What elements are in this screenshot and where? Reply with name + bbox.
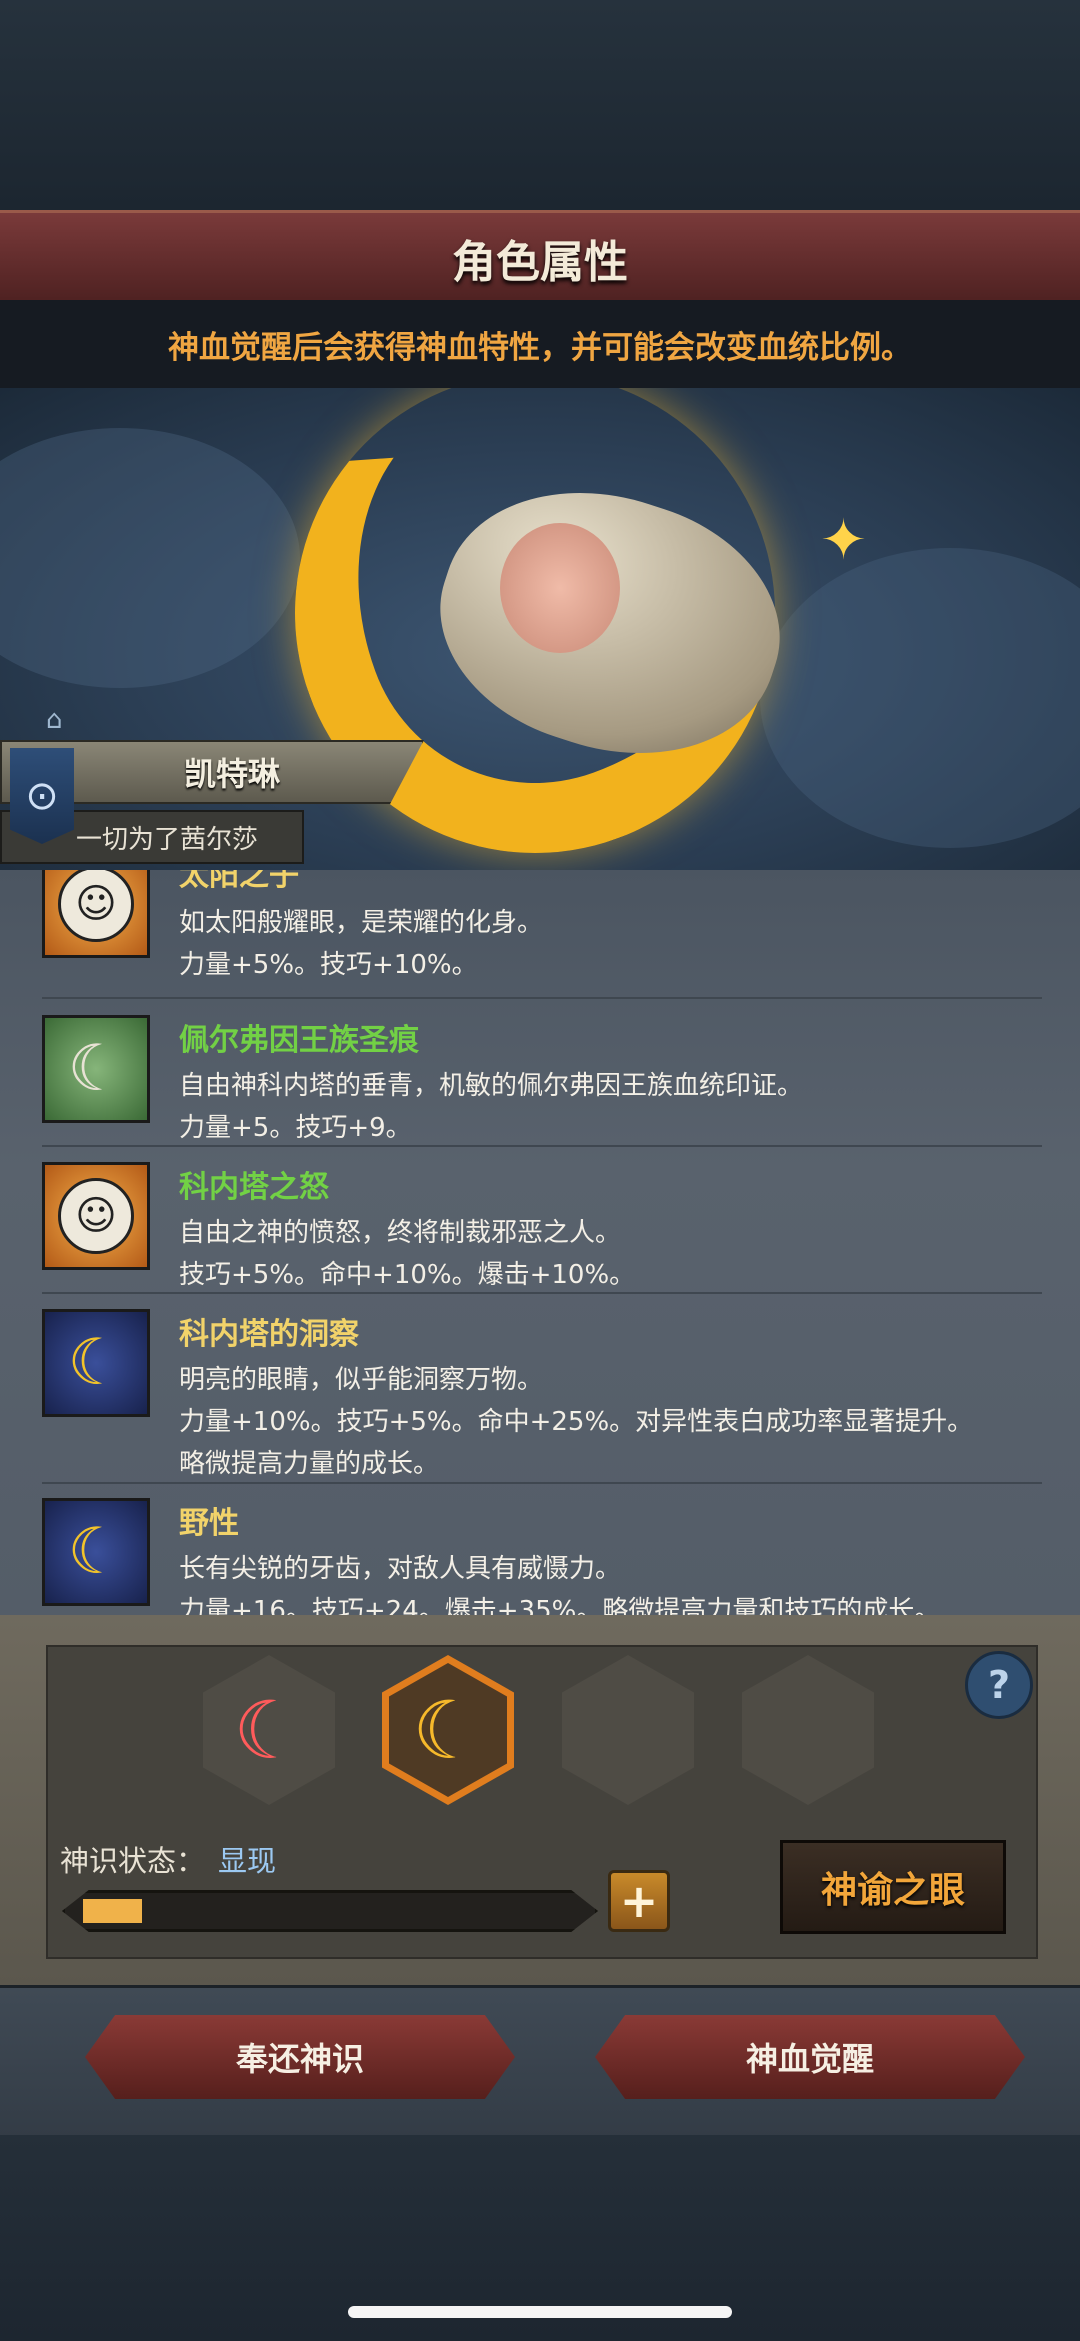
trait-growth: 略微提高力量的成长。 [179,1449,440,1479]
consciousness-status-label: 神识状态： [60,1844,206,1878]
cloud-decoration [0,428,300,688]
oracle-eye-label: 神谕之眼 [820,1870,965,1911]
consciousness-status-value: 显现 [218,1844,277,1878]
divider [42,997,1042,999]
trait-stats: 力量+10%。技巧+5%。命中+25%。对异性表白成功率显著提升。 [179,1407,974,1437]
divider [42,1482,1042,1484]
sun-face-icon: ☺ [42,870,150,958]
notice-text: 神血觉醒后会获得神血特性，并可能会改变血统比例。 [168,329,912,366]
trait-name: 佩尔弗因王族圣痕 [179,1023,419,1058]
gold-crescent-icon: ☾ [389,1663,507,1797]
gold-crescent-icon: ☾ [42,1498,150,1606]
return-consciousness-label: 奉还神识 [235,2040,364,2078]
divine-awakening-label: 神血觉醒 [745,2040,874,2078]
sparkle-icon: ✦ [820,508,867,573]
return-consciousness-button[interactable]: 奉还神识 [85,2015,515,2099]
add-consciousness-button[interactable]: + [608,1870,670,1932]
trait-description: 明亮的眼睛，似乎能洞察万物。 [179,1365,544,1395]
red-crescent-icon: ☾ [233,1683,305,1777]
trait-description: 长有尖锐的牙齿，对敌人具有威慑力。 [179,1554,622,1584]
consciousness-progress-fill [83,1899,142,1923]
white-crescent-icon: ☾ [42,1015,150,1123]
trait-stats: 技巧+5%。命中+10%。爆击+10%。 [179,1260,636,1290]
trait-name: 科内塔之怒 [179,1170,329,1205]
cloud-decoration [760,548,1080,848]
baby-face-image [500,523,620,653]
oracle-eye-button[interactable]: 神谕之眼 [780,1840,1006,1934]
divider [42,1292,1042,1294]
consciousness-progress-bar [62,1890,598,1932]
trait-name: 科内塔的洞察 [179,1317,359,1352]
trait-list[interactable]: ☺ 太阳之子 如太阳般耀眼，是荣耀的化身。 力量+5%。技巧+10%。 ☾ 佩尔… [0,870,1080,1615]
home-icon[interactable]: ⌂ [46,705,63,735]
character-motto: 一切为了茜尔莎 [75,824,258,855]
divine-awakening-button[interactable]: 神血觉醒 [595,2015,1025,2099]
trait-stats: 力量+5。技巧+9。 [179,1113,412,1143]
top-background [0,0,1080,210]
gold-crescent-icon: ☾ [42,1309,150,1417]
character-name: 凯特琳 [183,755,280,793]
divider [42,1145,1042,1147]
page-title: 角色属性 [452,237,628,288]
trait-name: 太阳之子 [179,870,299,893]
help-icon[interactable]: ? [965,1651,1033,1719]
sun-face-icon: ☺ [42,1162,150,1270]
trait-description: 自由神科内塔的垂青，机敏的佩尔弗因王族血统印证。 [179,1071,804,1101]
trait-stats: 力量+5%。技巧+10%。 [179,950,478,980]
home-indicator[interactable] [348,2306,732,2318]
trait-name: 野性 [179,1506,239,1541]
trait-description: 自由之神的愤怒，终将制裁邪恶之人。 [179,1218,622,1248]
trait-stats: 力量+16。技巧+24。爆击+35%。略微提高力量和技巧的成长。 [179,1596,941,1615]
title-bar: 角色属性 [0,210,1080,306]
notice-bar: 神血觉醒后会获得神血特性，并可能会改变血统比例。 [0,300,1080,388]
crest-icon: ⊙ [10,748,74,844]
trait-description: 如太阳般耀眼，是荣耀的化身。 [179,908,544,938]
